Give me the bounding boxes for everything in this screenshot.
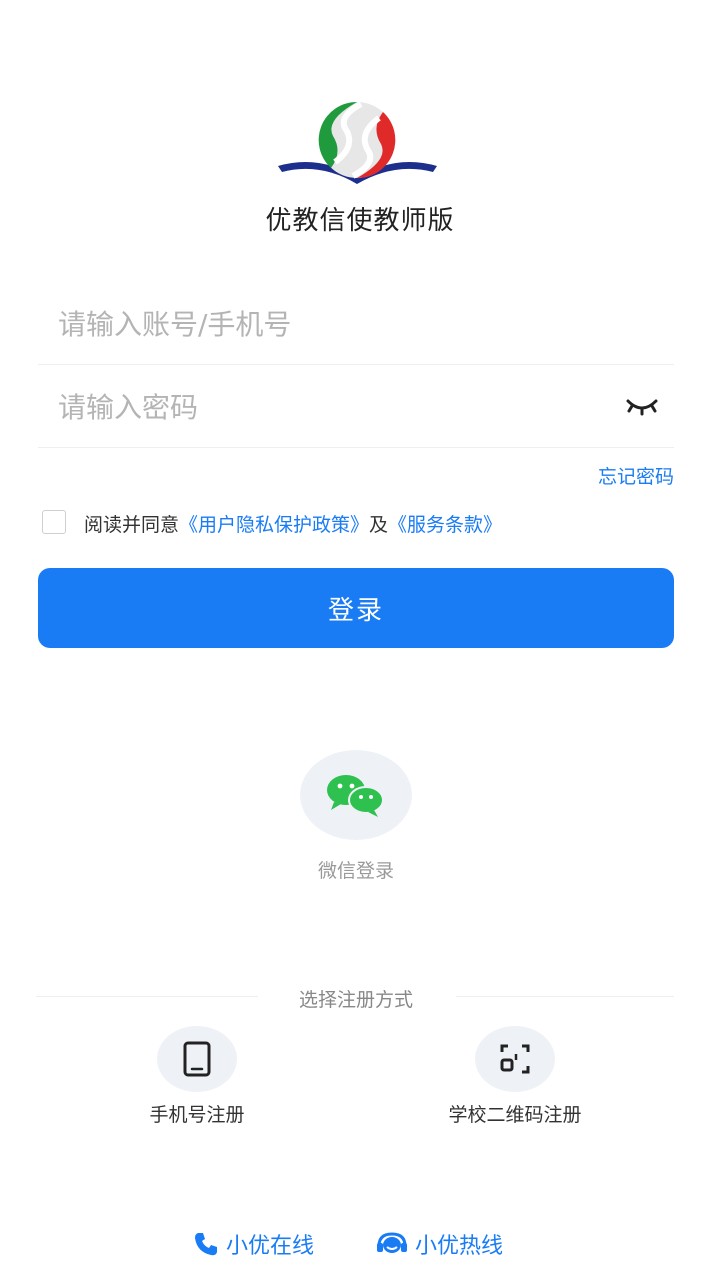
agreement-and: 及 — [369, 514, 389, 536]
agreement-text: 阅读并同意《用户隐私保护政策》及《服务条款》 — [84, 510, 502, 537]
headset-icon — [377, 1232, 407, 1253]
wechat-icon — [327, 775, 384, 817]
hotline-label: 小优热线 — [415, 1234, 504, 1259]
hotline-link[interactable]: 小优热线 — [375, 1228, 503, 1260]
register-divider-text: 选择注册方式 — [298, 989, 413, 1011]
online-service-link[interactable]: 小优在线 — [192, 1228, 314, 1260]
privacy-policy-link[interactable]: 《用户隐私保护政策》 — [179, 514, 369, 536]
password-input[interactable] — [56, 365, 600, 449]
wechat-login-button[interactable] — [300, 750, 412, 840]
password-field — [38, 365, 674, 449]
qr-register-button[interactable] — [475, 1026, 555, 1092]
account-input[interactable] — [56, 282, 600, 366]
phone-register-label[interactable]: 手机号注册 — [117, 1100, 277, 1127]
account-field — [38, 282, 674, 366]
login-button[interactable]: 登录 — [38, 568, 674, 648]
qr-scan-icon — [500, 1044, 530, 1074]
qr-register-label[interactable]: 学校二维码注册 — [405, 1100, 625, 1127]
agreement-prefix: 阅读并同意 — [84, 514, 180, 536]
phone-register-button[interactable] — [157, 1026, 237, 1092]
eye-closed-icon[interactable] — [624, 393, 660, 419]
terms-link[interactable]: 《服务条款》 — [388, 514, 502, 536]
phone-icon — [183, 1041, 211, 1077]
app-logo — [275, 92, 440, 192]
phone-call-icon — [195, 1233, 217, 1256]
wechat-login-label: 微信登录 — [317, 860, 394, 882]
app-title: 优教信使教师版 — [265, 206, 455, 236]
agreement-checkbox[interactable] — [42, 510, 66, 534]
forgot-password-link[interactable]: 忘记密码 — [598, 462, 674, 489]
online-service-label: 小优在线 — [226, 1234, 315, 1259]
